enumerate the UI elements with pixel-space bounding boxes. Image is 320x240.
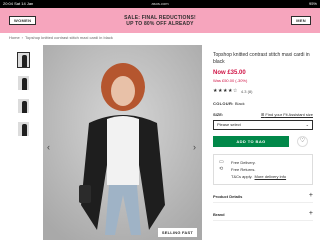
thumbnail-2[interactable] <box>17 75 30 91</box>
plus-icon: + <box>308 192 313 199</box>
thumbnail-figure <box>22 124 27 136</box>
breadcrumb-separator-icon: › <box>21 35 24 40</box>
thumbnail-4[interactable] <box>17 121 30 137</box>
status-bar: 20:04 Sat 14 Jan asos.com 95% <box>0 0 320 8</box>
terms-row: T&Cs apply. More delivery info <box>231 173 287 180</box>
women-button[interactable]: WOMEN <box>9 16 37 25</box>
product-details-label: Product Details <box>213 194 243 199</box>
return-icon: ⟲ <box>219 166 224 172</box>
product-details-accordion[interactable]: Product Details + <box>213 192 313 203</box>
bag-row: ADD TO BAG ♡ <box>213 136 313 147</box>
plus-icon: + <box>308 210 313 217</box>
product-title: Topshop knitted contrast stitch maxi car… <box>213 52 310 65</box>
was-price: Was £50.00 (-30%) <box>213 78 248 83</box>
brand-label: Brand <box>213 212 225 217</box>
star-rating-icon: ★★★★☆ <box>213 88 238 94</box>
colour-label: COLOUR: <box>213 101 234 106</box>
promo-banner: WOMEN SALE: FINAL REDUCTIONS! UP TO 80% … <box>0 8 320 33</box>
thumbnail-figure <box>22 78 27 90</box>
next-image-icon[interactable]: › <box>193 143 196 152</box>
previous-image-icon[interactable]: ‹ <box>47 143 50 152</box>
chevron-down-icon: ⌄ <box>305 122 309 127</box>
selling-fast-badge: SELLING FAST <box>157 228 197 237</box>
rating-value: 4.3 (8) <box>240 88 253 94</box>
free-delivery-row: ▭ Free Delivery. <box>219 159 256 165</box>
thumbnail-figure <box>22 101 27 113</box>
delivery-box: ▭ Free Delivery. ⟲ Free Returns. T&Cs appl… <box>213 154 313 185</box>
save-heart-icon[interactable]: ♡ <box>297 136 308 147</box>
breadcrumb-current: Topshop knitted contrast stitch maxi car… <box>25 35 113 40</box>
size-row: SIZE: ⊞ Find your Fit Assistant size <box>213 112 313 117</box>
breadcrumb-home[interactable]: Home <box>9 35 20 40</box>
ruler-icon: ⊞ <box>260 112 265 117</box>
truck-icon: ▭ <box>219 159 224 165</box>
battery-indicator: 95% <box>308 1 317 6</box>
brand-accordion[interactable]: Brand + <box>213 210 313 221</box>
colour-row: COLOUR: Black <box>213 101 313 106</box>
current-price: Now £35.00 <box>213 70 246 76</box>
breadcrumb: Home › Topshop knitted contrast stitch max… <box>9 35 113 40</box>
fit-assistant-link[interactable]: ⊞ Find your Fit Assistant size <box>261 112 313 117</box>
more-delivery-info-link[interactable]: More delivery info <box>255 173 287 180</box>
thumbnail-1[interactable] <box>17 52 30 68</box>
promo-line-2: UP TO 80% OFF ALREADY <box>126 21 194 27</box>
product-photo <box>43 45 202 240</box>
size-select-value: Please select <box>217 122 241 127</box>
rating[interactable]: ★★★★☆ 4.3 (8) <box>213 88 313 94</box>
add-to-bag-button[interactable]: ADD TO BAG <box>213 136 289 147</box>
thumbnail-strip <box>17 52 30 144</box>
men-button[interactable]: MEN <box>291 16 311 25</box>
product-info: Topshop knitted contrast stitch maxi car… <box>213 52 313 221</box>
free-returns-row: ⟲ Free Returns. <box>219 166 256 172</box>
thumbnail-figure <box>22 55 27 67</box>
colour-value: Black <box>234 101 245 106</box>
thumbnail-3[interactable] <box>17 98 30 114</box>
browser-url[interactable]: asos.com <box>0 0 320 8</box>
size-label: SIZE: <box>213 112 224 117</box>
size-select[interactable]: Please select ⌄ <box>213 120 313 130</box>
product-image[interactable]: ‹ › SELLING FAST <box>43 45 202 240</box>
promo-message[interactable]: SALE: FINAL REDUCTIONS! UP TO 80% OFF AL… <box>60 15 260 27</box>
